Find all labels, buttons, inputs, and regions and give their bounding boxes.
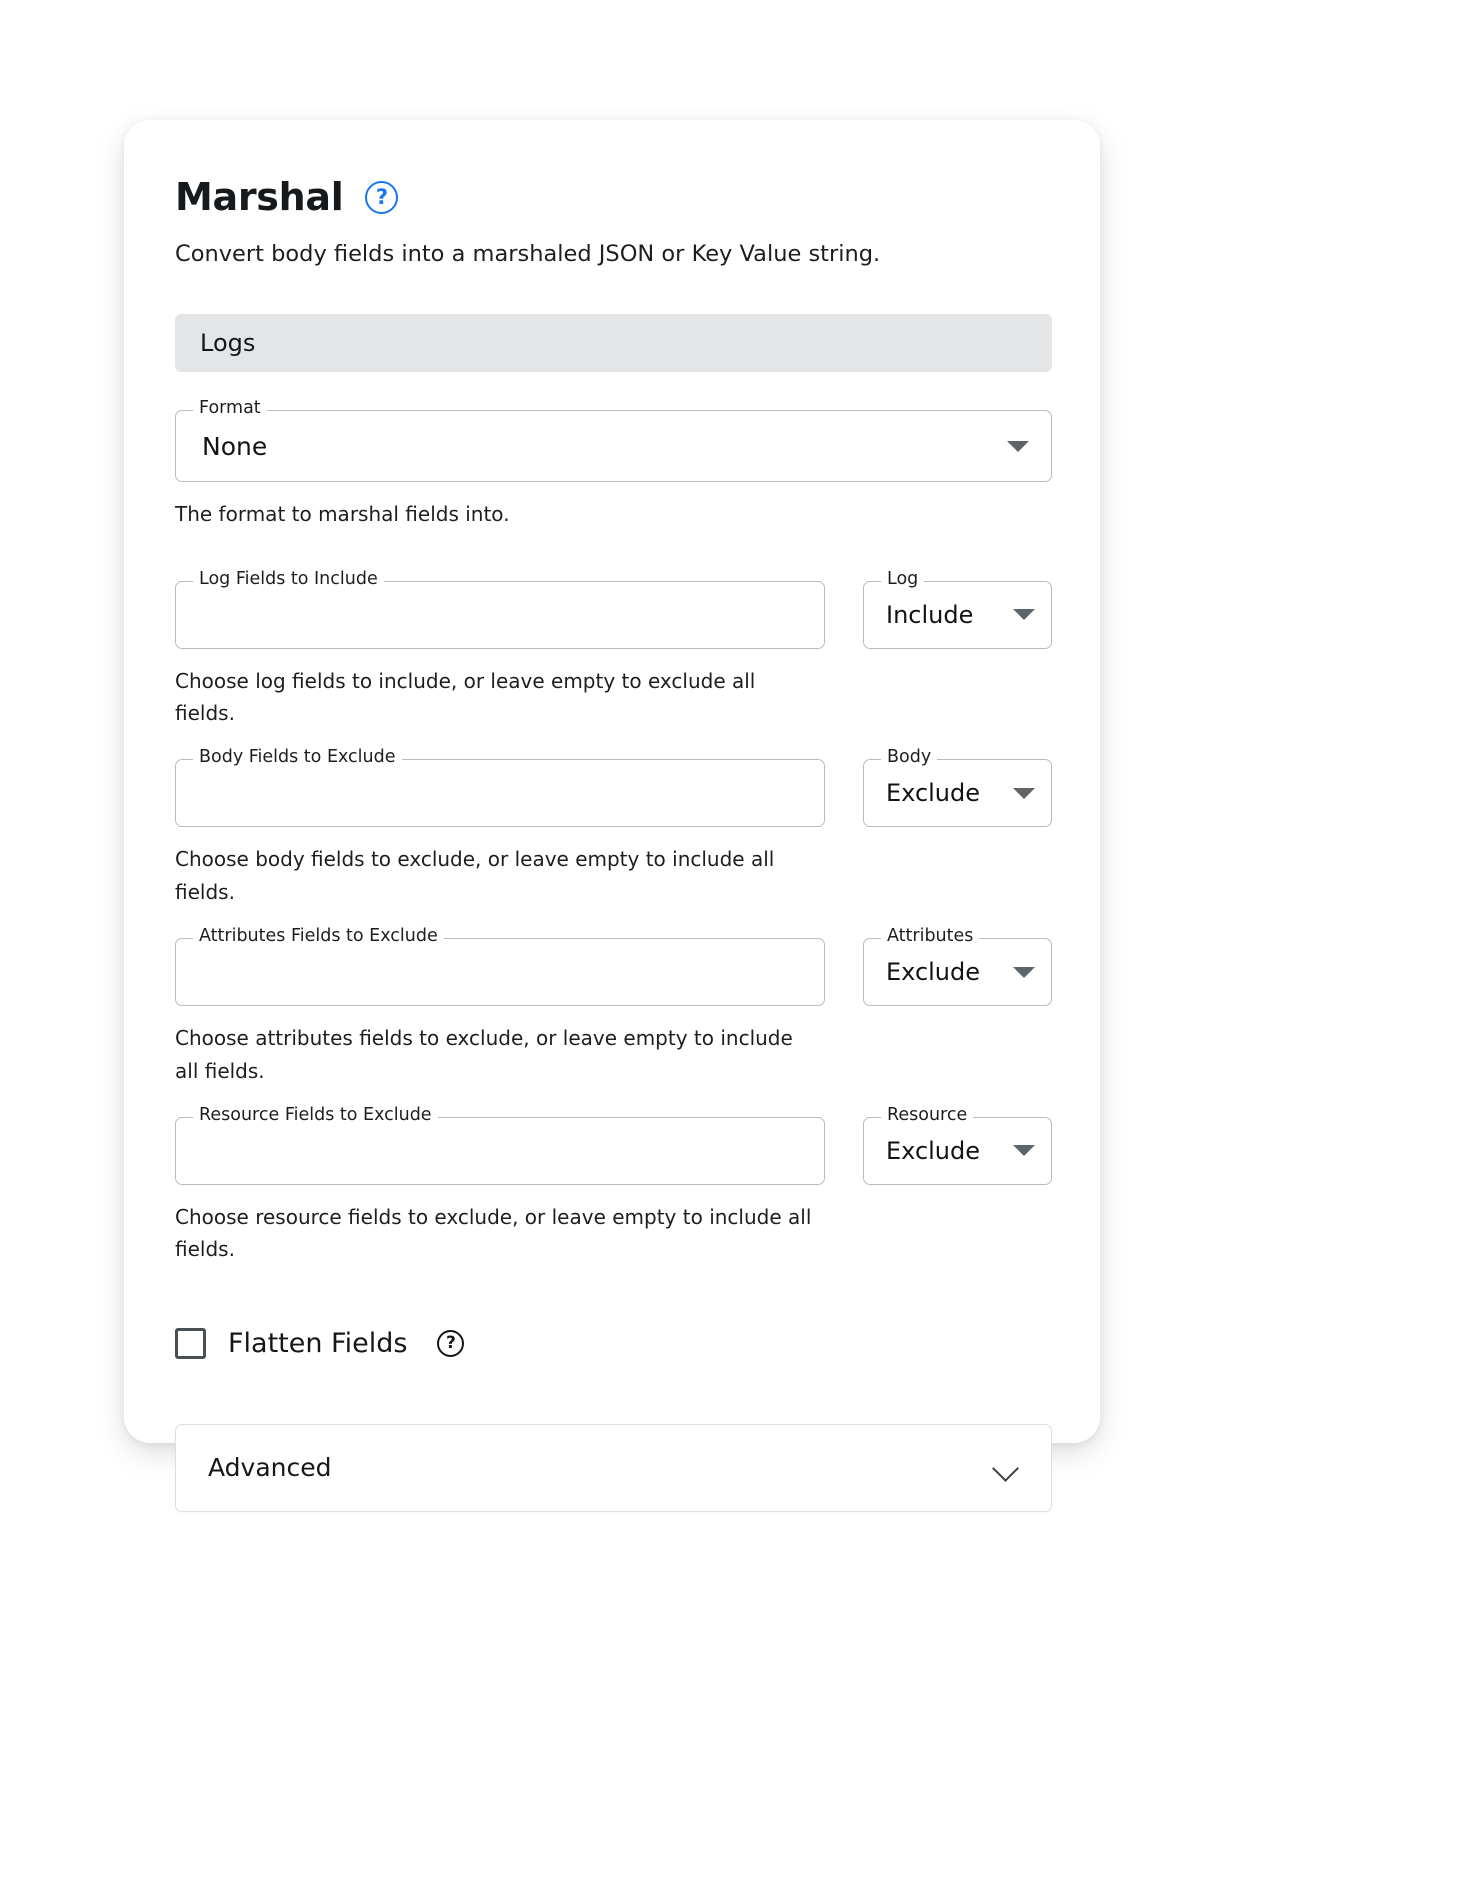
flatten-fields-checkbox[interactable] [175, 1328, 206, 1360]
log-mode-select[interactable]: Log Include [863, 570, 1052, 649]
advanced-accordion[interactable]: Advanced [175, 1423, 1052, 1512]
attributes-fields-to-exclude-field[interactable]: Attributes Fields to Exclude [175, 928, 825, 1007]
format-helper-text: The format to marshal fields into. [175, 502, 510, 527]
body-mode-select-value: Exclude [886, 779, 981, 808]
field-row-body: Body Fields to Exclude Choose body field… [175, 749, 1052, 908]
advanced-accordion-label: Advanced [208, 1453, 332, 1483]
attributes-mode-select-legend: Attributes [881, 928, 980, 946]
field-row-log: Log Fields to Include Choose log fields … [175, 570, 1052, 730]
chevron-down-icon [1013, 787, 1035, 799]
body-mode-select[interactable]: Body Exclude [863, 749, 1052, 828]
log-fields-to-include-input[interactable] [196, 601, 804, 629]
resource-mode-select-legend: Resource [881, 1106, 974, 1125]
chevron-down-icon [1007, 440, 1029, 452]
marshal-settings-card: Marshal ? Convert body fields into a mar… [124, 120, 1100, 1512]
body-fields-to-exclude-input[interactable] [196, 779, 804, 807]
flatten-fields-label: Flatten Fields [228, 1328, 408, 1360]
log-fields-to-include-field[interactable]: Log Fields to Include [175, 570, 825, 649]
attributes-mode-select-value: Exclude [886, 958, 981, 987]
body-fields-to-exclude-field[interactable]: Body Fields to Exclude [175, 749, 825, 828]
format-select-legend: Format [193, 400, 267, 418]
resource-fields-to-exclude-field[interactable]: Resource Fields to Exclude [175, 1106, 825, 1185]
resource-mode-select[interactable]: Resource Exclude [863, 1106, 1052, 1185]
help-icon[interactable]: ? [365, 180, 399, 214]
chevron-down-icon [1013, 609, 1035, 621]
chevron-down-icon [1013, 1145, 1035, 1157]
body-mode-select-legend: Body [881, 749, 938, 767]
resource-fields-helper-text: Choose resource fields to exclude, or le… [175, 1204, 812, 1262]
resource-fields-to-exclude-legend: Resource Fields to Exclude [193, 1106, 438, 1125]
attributes-mode-select[interactable]: Attributes Exclude [863, 928, 1052, 1007]
attributes-fields-to-exclude-legend: Attributes Fields to Exclude [193, 928, 444, 946]
log-mode-select-value: Include [886, 600, 974, 629]
body-fields-to-exclude-legend: Body Fields to Exclude [193, 749, 402, 767]
attributes-fields-helper-text: Choose attributes fields to exclude, or … [175, 1026, 793, 1083]
field-row-attributes: Attributes Fields to Exclude Choose attr… [175, 928, 1052, 1087]
body-fields-helper-text: Choose body fields to exclude, or leave … [175, 847, 775, 904]
page-title: Marshal [175, 175, 344, 219]
flatten-fields-row: Flatten Fields ? [175, 1324, 1052, 1364]
section-header-logs: Logs [175, 314, 1052, 373]
field-row-resource: Resource Fields to Exclude Choose resour… [175, 1106, 1052, 1266]
page-header: Marshal ? [175, 172, 1052, 222]
chevron-down-icon [993, 1455, 1019, 1481]
section-header-label: Logs [200, 329, 256, 358]
chevron-down-icon [1013, 966, 1035, 978]
resource-fields-to-exclude-input[interactable] [196, 1137, 804, 1165]
flatten-fields-help-icon[interactable]: ? [437, 1330, 465, 1358]
attributes-fields-to-exclude-input[interactable] [196, 958, 804, 986]
log-fields-helper-text: Choose log fields to include, or leave e… [175, 668, 756, 726]
format-select-value: None [202, 431, 268, 461]
page-subtitle: Convert body fields into a marshaled JSO… [175, 241, 881, 267]
resource-mode-select-value: Exclude [886, 1136, 981, 1165]
log-fields-to-include-legend: Log Fields to Include [193, 570, 384, 589]
log-mode-select-legend: Log [881, 570, 925, 589]
format-select[interactable]: Format None [175, 400, 1052, 483]
